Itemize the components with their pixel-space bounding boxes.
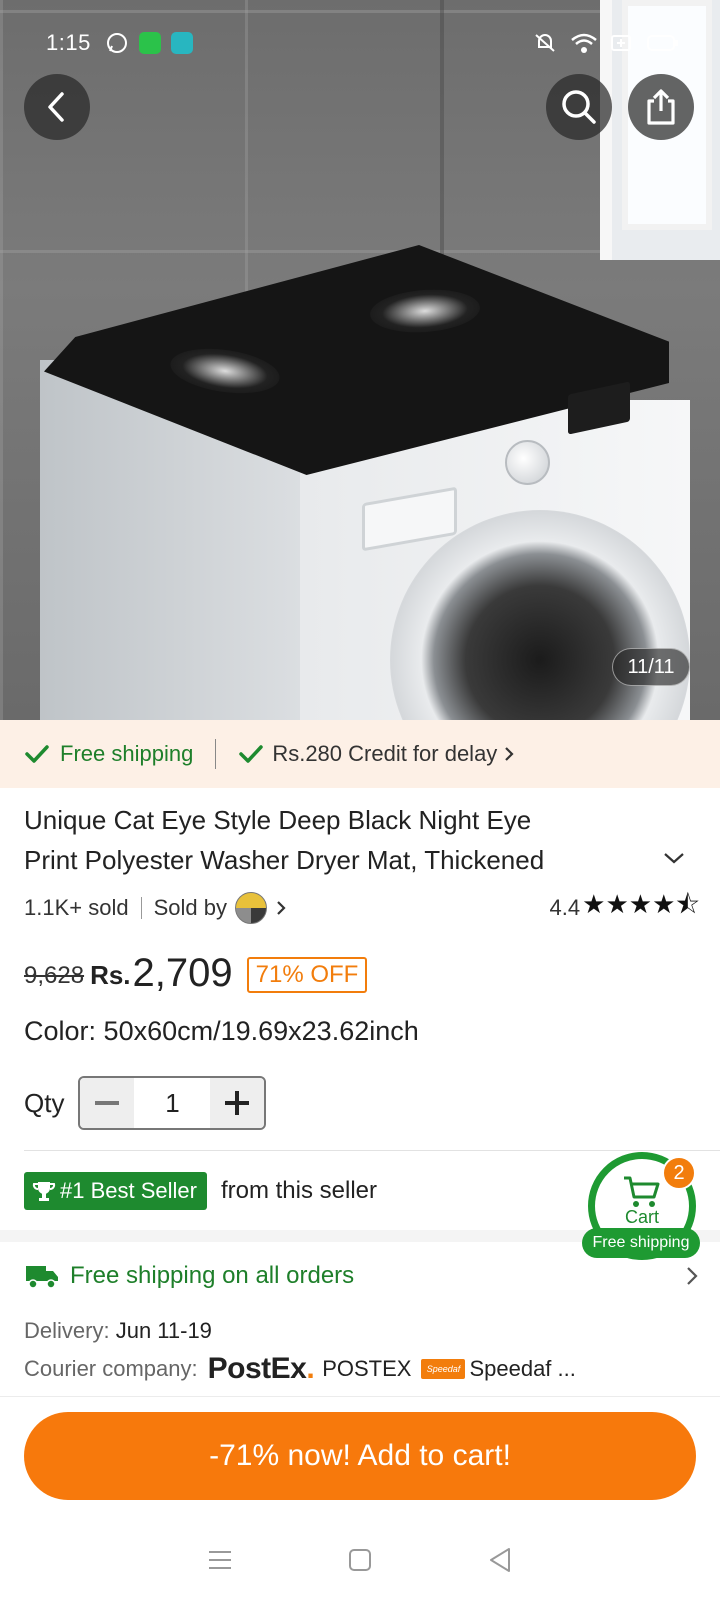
home-square-icon bbox=[349, 1549, 371, 1571]
expand-title-button[interactable] bbox=[662, 850, 686, 871]
free-shipping-label: Free shipping bbox=[60, 741, 194, 766]
chevron-right-icon bbox=[687, 1267, 698, 1285]
status-bar: 1:15 bbox=[0, 20, 720, 66]
add-to-cart-button[interactable]: -71% now! Add to cart! bbox=[24, 1412, 696, 1500]
sold-count: 1.1K+ sold bbox=[24, 895, 129, 920]
courier-label: Courier company: bbox=[24, 1356, 198, 1381]
best-seller-label: #1 Best Seller bbox=[60, 1178, 197, 1203]
share-button[interactable] bbox=[628, 74, 694, 140]
price-currency: Rs. bbox=[90, 960, 131, 990]
product-title[interactable]: Unique Cat Eye Style Deep Black Night Ey… bbox=[24, 800, 644, 880]
best-seller-row[interactable]: #1 Best Seller from this seller bbox=[24, 1172, 377, 1210]
delay-credit-link[interactable]: Rs.280 Credit for delay bbox=[272, 741, 517, 767]
courier-postex: POSTEX bbox=[322, 1356, 412, 1381]
chevron-left-icon bbox=[48, 92, 64, 122]
discount-badge: 71% OFF bbox=[246, 957, 368, 993]
price-row: 9,628 Rs. 2,709 71% OFF bbox=[24, 948, 368, 996]
delay-credit-label: Rs.280 Credit for delay bbox=[272, 741, 498, 766]
quantity-row: Qty 1 bbox=[24, 1076, 267, 1130]
qty-label: Qty bbox=[24, 1087, 65, 1118]
truck-icon bbox=[26, 1266, 58, 1289]
best-seller-badge: #1 Best Seller bbox=[24, 1172, 207, 1210]
decrease-qty-button[interactable] bbox=[80, 1078, 135, 1128]
mute-icon bbox=[532, 31, 558, 55]
color-label: Color: bbox=[24, 1016, 97, 1046]
search-button[interactable] bbox=[546, 74, 612, 140]
image-counter: 11/11 bbox=[612, 648, 690, 686]
best-seller-text: from this seller bbox=[220, 1177, 378, 1204]
sale-price: 2,709 bbox=[132, 951, 233, 995]
rating[interactable]: 4.4 ★★★★⯪ bbox=[550, 886, 700, 930]
quantity-input[interactable]: 1 bbox=[134, 1078, 211, 1128]
menu-nav-button[interactable] bbox=[207, 1548, 233, 1572]
product-title-line1: Unique Cat Eye Style Deep Black Night Ey… bbox=[24, 805, 532, 835]
delivery-date: Jun 11-19 bbox=[115, 1318, 212, 1343]
back-button[interactable] bbox=[24, 74, 90, 140]
product-title-line2: Print Polyester Washer Dryer Mat, Thicke… bbox=[24, 845, 545, 875]
rating-value: 4.4 bbox=[549, 895, 581, 920]
home-nav-button[interactable] bbox=[347, 1547, 373, 1573]
check-icon bbox=[24, 743, 50, 765]
minus-icon bbox=[95, 1101, 120, 1105]
chevron-right-icon bbox=[277, 901, 286, 915]
speedaf-logo: Speedaf bbox=[421, 1359, 466, 1379]
chevron-right-icon bbox=[505, 747, 514, 761]
courier-info: Courier company: PostEx. POSTEX Speedaf … bbox=[24, 1352, 576, 1386]
chevron-down-icon bbox=[664, 853, 684, 864]
color-value: 50x60cm/19.69x23.62inch bbox=[103, 1016, 419, 1046]
shipping-banner[interactable]: Free shipping Rs.280 Credit for delay bbox=[0, 720, 720, 788]
product-image[interactable] bbox=[0, 0, 720, 720]
check-icon bbox=[238, 743, 264, 765]
increase-qty-button[interactable] bbox=[210, 1078, 265, 1128]
divider bbox=[140, 897, 142, 919]
menu-icon bbox=[209, 1551, 231, 1569]
divider bbox=[24, 1150, 720, 1151]
original-price: 9,628 bbox=[24, 962, 85, 989]
cart-label: Cart bbox=[624, 1206, 659, 1227]
delivery-info: Delivery: Jun 11-19 bbox=[24, 1318, 212, 1344]
whatsapp-icon bbox=[105, 31, 129, 55]
cart-count-badge: 2 bbox=[662, 1156, 696, 1190]
free-shipping-all-label: Free shipping on all orders bbox=[70, 1262, 355, 1289]
share-icon bbox=[647, 89, 675, 125]
app-icon bbox=[138, 32, 161, 54]
quantity-stepper: 1 bbox=[78, 1076, 267, 1130]
back-nav-button[interactable] bbox=[487, 1546, 513, 1574]
cart-icon bbox=[624, 1176, 660, 1207]
shipping-info-row[interactable]: Free shipping on all orders bbox=[24, 1262, 700, 1290]
back-triangle-icon bbox=[490, 1548, 510, 1572]
system-navigation-bar bbox=[0, 1520, 720, 1600]
divider bbox=[215, 739, 217, 769]
postex-logo: PostEx. bbox=[207, 1352, 315, 1385]
battery-icon bbox=[646, 33, 680, 53]
courier-speedaf: Speedaf ... bbox=[469, 1356, 576, 1381]
cart-free-shipping-tag: Free shipping bbox=[582, 1228, 700, 1258]
product-meta: 1.1K+ sold Sold by 4.4 ★★★★⯪ bbox=[24, 889, 700, 926]
plus-icon bbox=[225, 1091, 250, 1115]
delivery-label: Delivery: bbox=[24, 1318, 110, 1343]
sold-by-link[interactable]: Sold by bbox=[154, 892, 289, 924]
seller-logo bbox=[234, 892, 267, 924]
app-icon bbox=[170, 32, 193, 54]
status-time: 1:15 bbox=[46, 30, 91, 55]
battery-saver-icon bbox=[610, 33, 634, 53]
color-selector[interactable]: Color: 50x60cm/19.69x23.62inch bbox=[24, 1016, 419, 1047]
rating-stars: ★★★★⯪ bbox=[582, 889, 700, 919]
sold-by-label: Sold by bbox=[153, 895, 227, 920]
search-icon bbox=[562, 90, 596, 124]
wifi-icon bbox=[570, 32, 598, 54]
trophy-icon bbox=[32, 1182, 56, 1201]
